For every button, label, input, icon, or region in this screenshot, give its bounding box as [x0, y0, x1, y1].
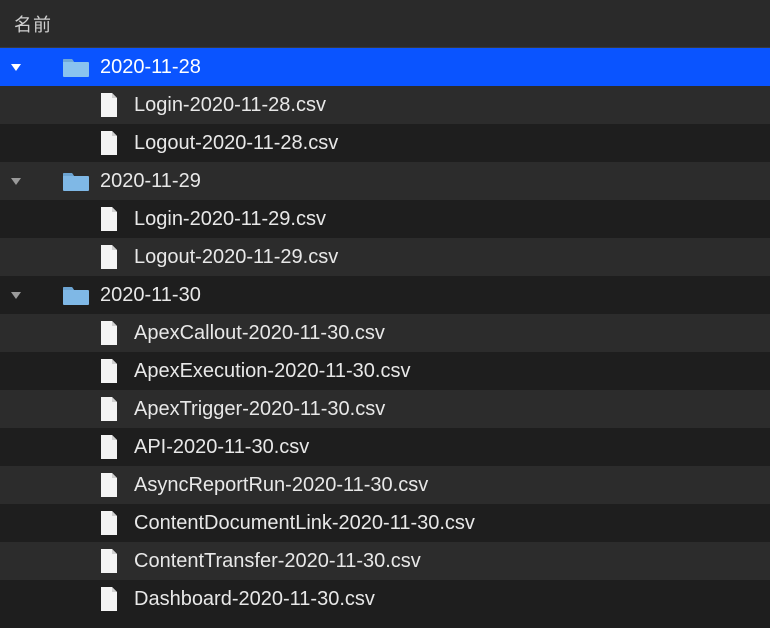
- file-name: Login-2020-11-29.csv: [134, 208, 326, 231]
- folder-icon: [62, 56, 90, 78]
- file-name: ApexExecution-2020-11-30.csv: [134, 360, 410, 383]
- file-name: ContentDocumentLink-2020-11-30.csv: [134, 512, 475, 535]
- file-icon: [98, 358, 120, 384]
- file-name: Logout-2020-11-29.csv: [134, 246, 338, 269]
- file-row[interactable]: ContentTransfer-2020-11-30.csv: [0, 542, 770, 580]
- file-icon: [98, 586, 120, 612]
- file-name: ApexCallout-2020-11-30.csv: [134, 322, 385, 345]
- file-icon: [98, 320, 120, 346]
- folder-name: 2020-11-29: [100, 170, 201, 193]
- file-row[interactable]: API-2020-11-30.csv: [0, 428, 770, 466]
- folder-row[interactable]: 2020-11-28: [0, 48, 770, 86]
- file-row[interactable]: ContentDocumentLink-2020-11-30.csv: [0, 504, 770, 542]
- folder-name: 2020-11-30: [100, 284, 201, 307]
- file-name: Dashboard-2020-11-30.csv: [134, 588, 375, 611]
- folder-icon: [62, 284, 90, 306]
- file-row[interactable]: ApexTrigger-2020-11-30.csv: [0, 390, 770, 428]
- file-icon: [98, 548, 120, 574]
- file-name: AsyncReportRun-2020-11-30.csv: [134, 474, 428, 497]
- file-row[interactable]: Login-2020-11-29.csv: [0, 200, 770, 238]
- file-icon: [98, 244, 120, 270]
- file-tree: 2020-11-28 Login-2020-11-28.csv Logout-2…: [0, 48, 770, 618]
- column-header-label: 名前: [14, 11, 52, 37]
- file-row[interactable]: Logout-2020-11-29.csv: [0, 238, 770, 276]
- file-row[interactable]: ApexCallout-2020-11-30.csv: [0, 314, 770, 352]
- file-icon: [98, 510, 120, 536]
- folder-icon: [62, 170, 90, 192]
- file-name: API-2020-11-30.csv: [134, 436, 309, 459]
- folder-row[interactable]: 2020-11-30: [0, 276, 770, 314]
- file-icon: [98, 130, 120, 156]
- file-row[interactable]: Login-2020-11-28.csv: [0, 86, 770, 124]
- file-row[interactable]: Logout-2020-11-28.csv: [0, 124, 770, 162]
- disclosure-triangle-icon[interactable]: [8, 175, 24, 187]
- file-icon: [98, 472, 120, 498]
- file-icon: [98, 92, 120, 118]
- file-name: Login-2020-11-28.csv: [134, 94, 326, 117]
- disclosure-triangle-icon[interactable]: [8, 289, 24, 301]
- file-name: ContentTransfer-2020-11-30.csv: [134, 550, 421, 573]
- column-header-name[interactable]: 名前: [0, 0, 770, 48]
- file-row[interactable]: Dashboard-2020-11-30.csv: [0, 580, 770, 618]
- file-row[interactable]: ApexExecution-2020-11-30.csv: [0, 352, 770, 390]
- folder-name: 2020-11-28: [100, 56, 201, 79]
- folder-row[interactable]: 2020-11-29: [0, 162, 770, 200]
- file-icon: [98, 206, 120, 232]
- file-icon: [98, 396, 120, 422]
- file-row[interactable]: AsyncReportRun-2020-11-30.csv: [0, 466, 770, 504]
- file-name: Logout-2020-11-28.csv: [134, 132, 338, 155]
- disclosure-triangle-icon[interactable]: [8, 61, 24, 73]
- file-name: ApexTrigger-2020-11-30.csv: [134, 398, 385, 421]
- file-icon: [98, 434, 120, 460]
